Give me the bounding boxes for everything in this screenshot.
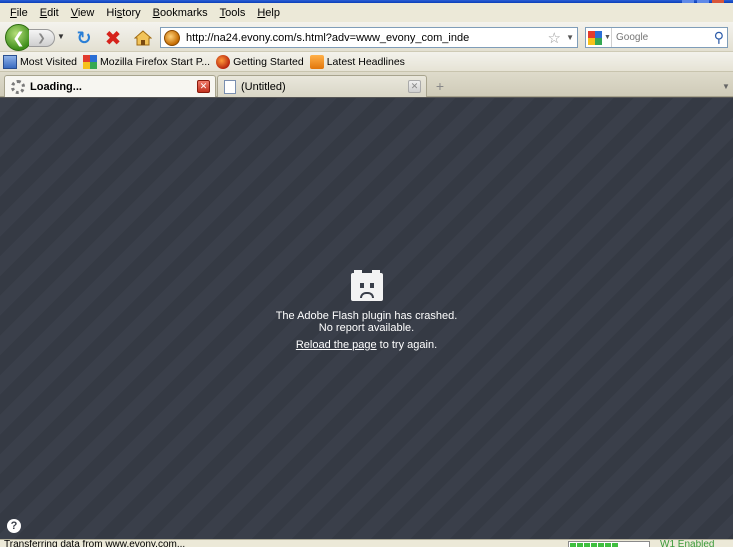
progress-bar — [568, 541, 650, 547]
progress-segment — [612, 543, 618, 547]
progress-segment — [605, 543, 611, 547]
bookmark-latest-headlines[interactable]: Latest Headlines — [309, 54, 405, 69]
bookmark-star-icon[interactable]: ☆ — [548, 29, 561, 47]
menu-bar: File Edit View History Bookmarks Tools H… — [0, 3, 733, 22]
google-icon — [83, 54, 97, 69]
menu-history[interactable]: History — [100, 7, 146, 19]
tab-untitled[interactable]: (Untitled) ✕ — [217, 75, 427, 97]
sad-plugin-icon — [350, 270, 383, 301]
menu-tools[interactable]: Tools — [214, 7, 252, 19]
url-dropdown-icon[interactable]: ▼ — [566, 33, 574, 42]
site-favicon-icon — [164, 29, 180, 46]
bookmark-firefox-start[interactable]: Mozilla Firefox Start P... — [83, 54, 210, 69]
crash-message-line2: No report available. — [318, 322, 415, 334]
bookmarks-toolbar: Most Visited Mozilla Firefox Start P... … — [0, 52, 733, 72]
progress-segment — [584, 543, 590, 547]
bookmark-most-visited[interactable]: Most Visited — [3, 54, 77, 69]
tab-loading[interactable]: Loading... ✕ — [4, 75, 216, 97]
progress-segment — [577, 543, 583, 547]
most-visited-icon — [3, 54, 17, 69]
search-magnifier-icon[interactable]: ⚲ — [714, 29, 724, 46]
progress-segment — [591, 543, 597, 547]
progress-segment — [598, 543, 604, 547]
reload-button[interactable]: ↻ — [73, 27, 95, 49]
navigation-toolbar: ❮ ❯ ▼ ↻ ✖ http://na24.evony.com/s.html?a… — [0, 22, 733, 52]
progress-segment — [570, 543, 576, 547]
bookmark-getting-started[interactable]: Getting Started — [216, 54, 304, 69]
status-bar: Transferring data from www.evony.com... … — [0, 539, 733, 547]
menu-view[interactable]: View — [65, 7, 101, 19]
search-input[interactable] — [616, 32, 706, 43]
crash-message-line1: The Adobe Flash plugin has crashed. — [275, 310, 458, 322]
back-button[interactable]: ❮ — [5, 24, 32, 51]
search-bar: ▼ ⚲ — [585, 27, 728, 48]
menu-edit[interactable]: Edit — [34, 7, 65, 19]
reload-icon: ↻ — [76, 27, 92, 48]
new-tab-button[interactable]: + — [431, 77, 449, 95]
firefox-icon — [216, 54, 231, 69]
rss-icon — [309, 54, 324, 69]
chevron-down-icon: ▼ — [604, 34, 611, 41]
loading-spinner-icon — [11, 79, 25, 94]
close-tab-icon[interactable]: ✕ — [408, 80, 421, 93]
help-icon[interactable]: ? — [7, 519, 21, 533]
history-dropdown-icon[interactable]: ▼ — [57, 32, 65, 41]
page-icon — [224, 79, 236, 94]
stop-icon: ✖ — [104, 27, 122, 50]
tab-strip: Loading... ✕ (Untitled) ✕ + ▼ — [0, 72, 733, 97]
menu-help[interactable]: Help — [251, 7, 286, 19]
tab-list-dropdown-icon[interactable]: ▼ — [721, 77, 731, 95]
page-content: The Adobe Flash plugin has crashed. No r… — [0, 97, 733, 539]
home-icon — [134, 30, 152, 46]
status-extension-text: W1 Enabled — [660, 539, 715, 547]
reload-page-link[interactable]: Reload the page — [296, 339, 377, 351]
status-text: Transferring data from www.evony.com... — [4, 539, 186, 547]
url-text[interactable]: http://na24.evony.com/s.html?adv=www_evo… — [186, 32, 536, 44]
reload-suffix-text: to try again. — [376, 339, 438, 351]
url-bar[interactable]: http://na24.evony.com/s.html?adv=www_evo… — [160, 27, 578, 48]
menu-file[interactable]: File — [4, 7, 34, 19]
back-arrow-icon: ❮ — [12, 29, 25, 47]
search-engine-selector[interactable]: ▼ — [586, 28, 612, 47]
stop-button[interactable]: ✖ — [102, 27, 124, 50]
plugin-crash-notice: The Adobe Flash plugin has crashed. No r… — [0, 270, 733, 351]
forward-arrow-icon: ❯ — [37, 32, 46, 44]
home-button[interactable] — [132, 27, 154, 49]
google-icon — [588, 30, 602, 45]
close-tab-icon[interactable]: ✕ — [197, 80, 210, 93]
menu-bookmarks[interactable]: Bookmarks — [147, 7, 214, 19]
forward-button[interactable]: ❯ — [29, 29, 55, 47]
